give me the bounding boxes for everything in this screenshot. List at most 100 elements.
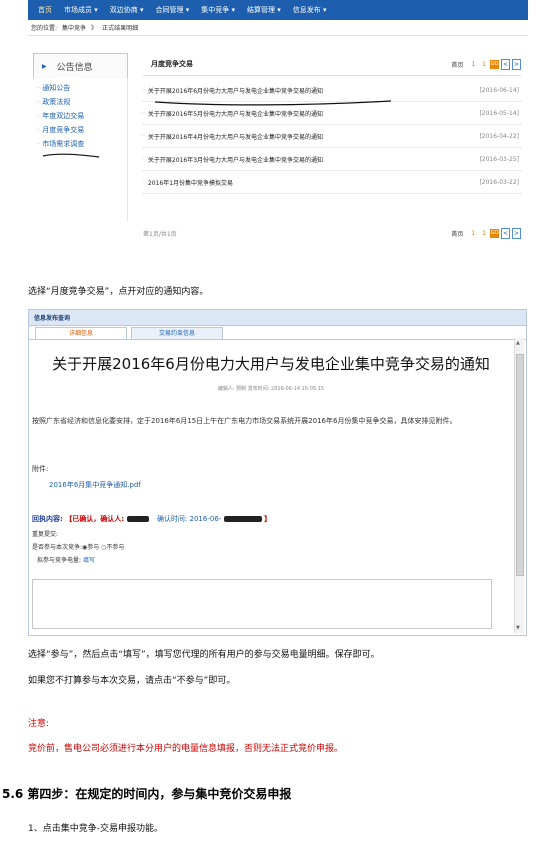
bullet-icon: · (37, 98, 40, 106)
planned-volume-label: 拟参与竞争电量: (37, 557, 82, 564)
sidebar-header: ▶ 公告信息 (33, 53, 128, 78)
pager-page-count: 1 (471, 60, 476, 68)
nav-centralized[interactable]: 集中竞争 ▾ (201, 5, 235, 15)
tab-constraints[interactable]: 交易约束信息 (131, 327, 223, 339)
nav-home[interactable]: 首页 (38, 5, 52, 15)
document-meta: 编辑人: 预制 发布时间: 2016-06-14 15:05:15 (217, 386, 325, 392)
tab-detail[interactable]: 详细信息 (35, 327, 127, 339)
document-body: 按照广东省经济和信息化委安排，定于2016年6月15日上午在广东电力市场交易系统… (32, 417, 457, 425)
receipt-time: 确认时间: 2016-06- (156, 515, 222, 523)
nav-info-publish[interactable]: 信息发布 ▾ (293, 5, 327, 15)
breadcrumb: 您的位置: 集中竞争 》 正式结果明细 (28, 20, 528, 36)
redacted-name-scribble (126, 516, 149, 522)
section-title: 月度竞争交易 (151, 60, 193, 68)
sidebar-item-label: 月度竞争交易 (42, 126, 85, 134)
pager-home[interactable]: 首页 (451, 229, 463, 238)
nav-settlement[interactable]: 结算管理 ▾ (247, 5, 281, 15)
instruction-participate: 选择“参与”，然后点击“填写”，填写您代理的所有用户的参与交易电量明细。保存即可… (28, 650, 380, 660)
notice-row[interactable]: · 2016年1月份集中竞争模拟交易 [2016-03-22] (143, 171, 521, 194)
breadcrumb-item[interactable]: 集中竞争 (62, 23, 86, 32)
sidebar-item-monthly-competition[interactable]: · 月度竞争交易 (33, 123, 127, 137)
note-title: 注意: (28, 719, 50, 729)
detail-tabs: 详细信息 交易约束信息 (29, 326, 526, 340)
redacted-time-scribble (223, 516, 262, 522)
sidebar-menu: · 通知公告 · 政策法规 · 年度双边交易 · 月度竞争交易 · 市场需求调查 (33, 78, 128, 221)
scrollbar-thumb[interactable] (516, 354, 524, 576)
screenshot-notice-detail: 信息发布查询 详细信息 交易约束信息 关于开展2016年6月份电力大用户与发电企… (28, 309, 527, 636)
bullet-icon: · (37, 84, 40, 92)
bullet-icon: · (143, 109, 145, 117)
notice-title[interactable]: 关于开展2016年6月份电力大用户与发电企业集中竞争交易的通知 (148, 86, 323, 95)
notice-title[interactable]: 关于开展2016年5月份电力大用户与发电企业集中竞争交易的通知 (148, 109, 323, 118)
scroll-down-icon[interactable]: ▼ (516, 625, 520, 631)
section-heading: 5.6 第四步：在规定的时间内，参与集中竞价交易申报 (2, 787, 292, 801)
notice-title[interactable]: 2016年1月份集中竞争模拟交易 (148, 178, 233, 187)
notice-panel: 月度竞争交易 首页 1 1 GO < > · 关于开展2016年6月份电力大用户与… (143, 53, 521, 239)
attachment-link[interactable]: 2016年6月集中竞争通知.pdf (49, 480, 141, 490)
notice-date: [2016-04-22] (479, 132, 519, 140)
sidebar-item-annual-bilateral[interactable]: · 年度双边交易 (33, 109, 127, 123)
sidebar-item-notices[interactable]: · 通知公告 (33, 81, 127, 95)
pager-prev-button[interactable]: < (501, 58, 510, 70)
handwritten-underline-sidebar (42, 153, 100, 158)
notice-date: [2016-05-14] (479, 109, 519, 117)
sidebar-item-label: 通知公告 (42, 84, 71, 92)
bullet-icon: · (37, 112, 40, 120)
top-nav-bar: 首页 市场成员 ▾ 双边协商 ▾ 合同管理 ▾ 集中竞争 ▾ 结算管理 ▾ 信息… (28, 0, 528, 20)
participate-radio-group[interactable]: 是否参与本次竞争:◉参与 ○不参与 (32, 542, 124, 551)
sidebar-item-policy[interactable]: · 政策法规 (33, 95, 127, 109)
pager-go-button[interactable]: GO (490, 229, 499, 238)
sidebar: ▶ 公告信息 · 通知公告 · 政策法规 · 年度双边交易 · 月度竞争交易 · 市场需求… (33, 53, 128, 221)
pagination-top: 首页 1 1 GO < > (451, 58, 521, 70)
sidebar-item-market-survey[interactable]: · 市场需求调查 (33, 137, 127, 151)
notice-row[interactable]: · 关于开展2016年3月份电力大用户与发电企业集中竞争交易的通知 [2016-03… (143, 148, 521, 171)
pager-home[interactable]: 首页 (451, 60, 463, 69)
receipt-line: 回执内容: 【已确认，确认人: 确认时间: 2016-06- 】 (32, 514, 271, 524)
pager-next-button[interactable]: > (512, 228, 521, 239)
notice-date: [2016-06-14] (479, 86, 519, 94)
triangle-icon: ▶ (42, 62, 47, 70)
pager-current[interactable]: 1 (482, 230, 486, 237)
sidebar-item-label: 政策法规 (42, 98, 71, 106)
notice-panel-footer: 第1页/共1页 首页 1 1 GO < > (143, 228, 521, 239)
scroll-up-icon[interactable]: ▲ (516, 340, 520, 346)
nav-market-members[interactable]: 市场成员 ▾ (64, 5, 98, 15)
step-1: 1、点击集中竞争-交易申报功能。 (28, 824, 163, 834)
vertical-scrollbar[interactable]: ▲ ▼ (514, 338, 524, 633)
instruction-select-monthly: 选择“月度竞争交易”，点开对应的通知内容。 (28, 287, 209, 297)
page-info: 第1页/共1页 (143, 231, 177, 238)
fill-link[interactable]: 填写 (83, 557, 95, 564)
instruction-not-participate: 如果您不打算参与本次交易，请点击“不参与”即可。 (28, 676, 236, 686)
pager-current[interactable]: 1 (482, 61, 486, 68)
notice-list: · 关于开展2016年6月份电力大用户与发电企业集中竞争交易的通知 [2016-06… (143, 79, 521, 194)
window-title: 信息发布查询 (29, 310, 526, 326)
notice-title[interactable]: 关于开展2016年4月份电力大用户与发电企业集中竞争交易的通知 (148, 132, 323, 141)
receipt-label: 回执内容: (32, 515, 63, 523)
planned-volume-row: 拟参与竞争电量: 填写 (37, 555, 95, 564)
receipt-status: 【已确认，确认人: (65, 515, 125, 523)
note-body: 竞价前，售电公司必须进行本分用户的电量信息填报，否则无法正式竞价申报。 (28, 744, 344, 754)
pager-next-button[interactable]: > (512, 58, 521, 70)
notice-title[interactable]: 关于开展2016年3月份电力大用户与发电企业集中竞争交易的通知 (148, 155, 323, 164)
pager-go-button[interactable]: GO (490, 59, 499, 69)
notice-date: [2016-03-25] (479, 155, 519, 163)
bullet-icon: · (143, 86, 145, 94)
sidebar-item-label: 年度双边交易 (42, 112, 85, 120)
nav-contract[interactable]: 合同管理 ▾ (156, 5, 190, 15)
handwritten-underline-notice (154, 100, 392, 106)
pager-prev-button[interactable]: < (501, 228, 510, 239)
breadcrumb-label: 您的位置: (31, 25, 58, 32)
remarks-textarea[interactable] (32, 579, 492, 629)
receipt-end: 】 (264, 515, 272, 523)
notice-panel-header: 月度竞争交易 首页 1 1 GO < > (143, 53, 521, 76)
notice-row[interactable]: · 关于开展2016年4月份电力大用户与发电企业集中竞争交易的通知 [2016-04… (143, 125, 521, 148)
nav-bilateral[interactable]: 双边协商 ▾ (110, 5, 144, 15)
bullet-icon: · (143, 178, 145, 186)
bullet-icon: · (143, 155, 145, 163)
attachment-label: 附件: (32, 465, 49, 473)
document-title: 关于开展2016年6月份电力大用户与发电企业集中竞争交易的通知 (52, 355, 490, 373)
sidebar-item-label: 市场需求调查 (42, 140, 85, 148)
breadcrumb-separator: 》 (91, 25, 98, 32)
screenshot-notice-list: 首页 市场成员 ▾ 双边协商 ▾ 合同管理 ▾ 集中竞争 ▾ 结算管理 ▾ 信息… (28, 0, 528, 254)
notice-date: [2016-03-22] (479, 178, 519, 186)
